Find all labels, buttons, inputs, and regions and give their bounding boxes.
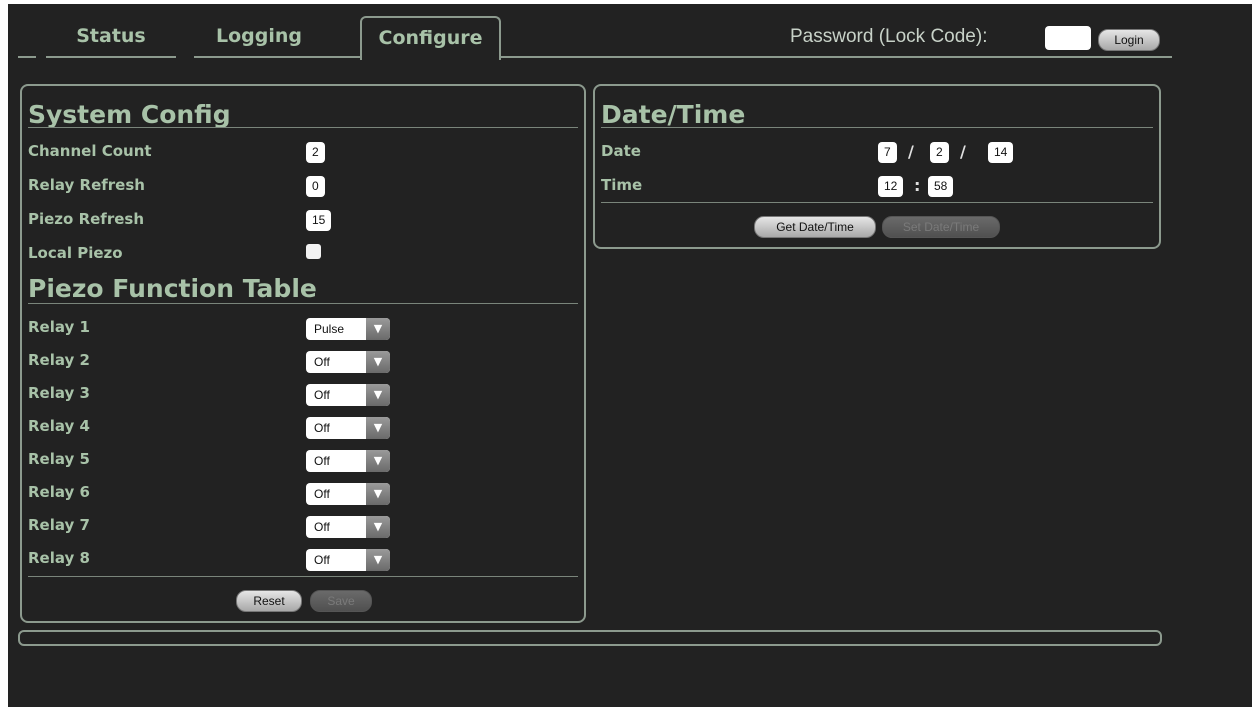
password-input[interactable] bbox=[1045, 26, 1091, 50]
time-separator: : bbox=[914, 176, 921, 195]
relay-7-label: Relay 7 bbox=[28, 516, 90, 534]
relay-1-select[interactable]: Pulse ▼ bbox=[306, 318, 390, 340]
local-piezo-label: Local Piezo bbox=[28, 244, 123, 262]
time-label: Time bbox=[601, 176, 643, 194]
relay-6-value: Off bbox=[314, 487, 330, 501]
relay-8-value: Off bbox=[314, 553, 330, 567]
dropdown-arrow-icon: ▼ bbox=[366, 384, 390, 406]
relay-refresh-label: Relay Refresh bbox=[28, 176, 145, 194]
divider bbox=[601, 127, 1153, 128]
password-label: Password (Lock Code): bbox=[790, 26, 988, 47]
login-button[interactable]: Login bbox=[1098, 29, 1160, 51]
relay-5-select[interactable]: Off ▼ bbox=[306, 450, 390, 472]
tab-logging[interactable]: Logging bbox=[194, 16, 324, 56]
relay-8-label: Relay 8 bbox=[28, 549, 90, 567]
channel-count-label: Channel Count bbox=[28, 142, 152, 160]
set-datetime-button[interactable]: Set Date/Time bbox=[882, 216, 1000, 238]
date-day-input[interactable]: 2 bbox=[930, 142, 949, 163]
relay-2-label: Relay 2 bbox=[28, 351, 90, 369]
date-separator: / bbox=[960, 142, 966, 161]
piezo-refresh-input[interactable]: 15 bbox=[306, 210, 332, 231]
date-separator: / bbox=[908, 142, 914, 161]
get-datetime-button[interactable]: Get Date/Time bbox=[754, 216, 876, 238]
relay-5-value: Off bbox=[314, 454, 330, 468]
tab-configure[interactable]: Configure bbox=[360, 16, 501, 60]
save-button[interactable]: Save bbox=[310, 590, 372, 612]
relay-2-select[interactable]: Off ▼ bbox=[306, 351, 390, 373]
tab-gap bbox=[176, 56, 194, 59]
time-minute-input[interactable]: 58 bbox=[928, 176, 954, 197]
relay-4-select[interactable]: Off ▼ bbox=[306, 417, 390, 439]
dropdown-arrow-icon: ▼ bbox=[366, 483, 390, 505]
relay-7-select[interactable]: Off ▼ bbox=[306, 516, 390, 538]
divider bbox=[28, 127, 578, 128]
relay-2-value: Off bbox=[314, 355, 330, 369]
tab-gap bbox=[36, 56, 46, 59]
local-piezo-checkbox[interactable] bbox=[306, 244, 321, 259]
relay-3-value: Off bbox=[314, 388, 330, 402]
dropdown-arrow-icon: ▼ bbox=[366, 318, 390, 340]
channel-count-input[interactable]: 2 bbox=[306, 142, 325, 163]
tab-status[interactable]: Status bbox=[46, 16, 176, 56]
relay-1-value: Pulse bbox=[314, 322, 345, 336]
relay-3-label: Relay 3 bbox=[28, 384, 90, 402]
relay-1-label: Relay 1 bbox=[28, 318, 90, 336]
divider bbox=[28, 576, 578, 577]
divider bbox=[601, 202, 1153, 203]
relay-5-label: Relay 5 bbox=[28, 450, 90, 468]
relay-3-select[interactable]: Off ▼ bbox=[306, 384, 390, 406]
datetime-title: Date/Time bbox=[601, 100, 746, 129]
status-bar bbox=[18, 630, 1162, 646]
relay-7-value: Off bbox=[314, 520, 330, 534]
dropdown-arrow-icon: ▼ bbox=[366, 417, 390, 439]
dropdown-arrow-icon: ▼ bbox=[366, 516, 390, 538]
dropdown-arrow-icon: ▼ bbox=[366, 549, 390, 571]
relay-6-label: Relay 6 bbox=[28, 483, 90, 501]
dropdown-arrow-icon: ▼ bbox=[366, 351, 390, 373]
date-label: Date bbox=[601, 142, 641, 160]
relay-6-select[interactable]: Off ▼ bbox=[306, 483, 390, 505]
system-config-title: System Config bbox=[28, 100, 231, 129]
date-month-input[interactable]: 7 bbox=[878, 142, 897, 163]
dropdown-arrow-icon: ▼ bbox=[366, 450, 390, 472]
date-year-input[interactable]: 14 bbox=[988, 142, 1014, 163]
reset-button[interactable]: Reset bbox=[236, 590, 302, 612]
system-config-panel bbox=[20, 84, 586, 623]
relay-4-value: Off bbox=[314, 421, 330, 435]
relay-8-select[interactable]: Off ▼ bbox=[306, 549, 390, 571]
time-hour-input[interactable]: 12 bbox=[878, 176, 904, 197]
app-screen: Status Logging Configure Password (Lock … bbox=[8, 4, 1252, 707]
divider bbox=[28, 303, 578, 304]
piezo-table-title: Piezo Function Table bbox=[28, 274, 317, 303]
relay-4-label: Relay 4 bbox=[28, 417, 90, 435]
piezo-refresh-label: Piezo Refresh bbox=[28, 210, 144, 228]
relay-refresh-input[interactable]: 0 bbox=[306, 176, 325, 197]
